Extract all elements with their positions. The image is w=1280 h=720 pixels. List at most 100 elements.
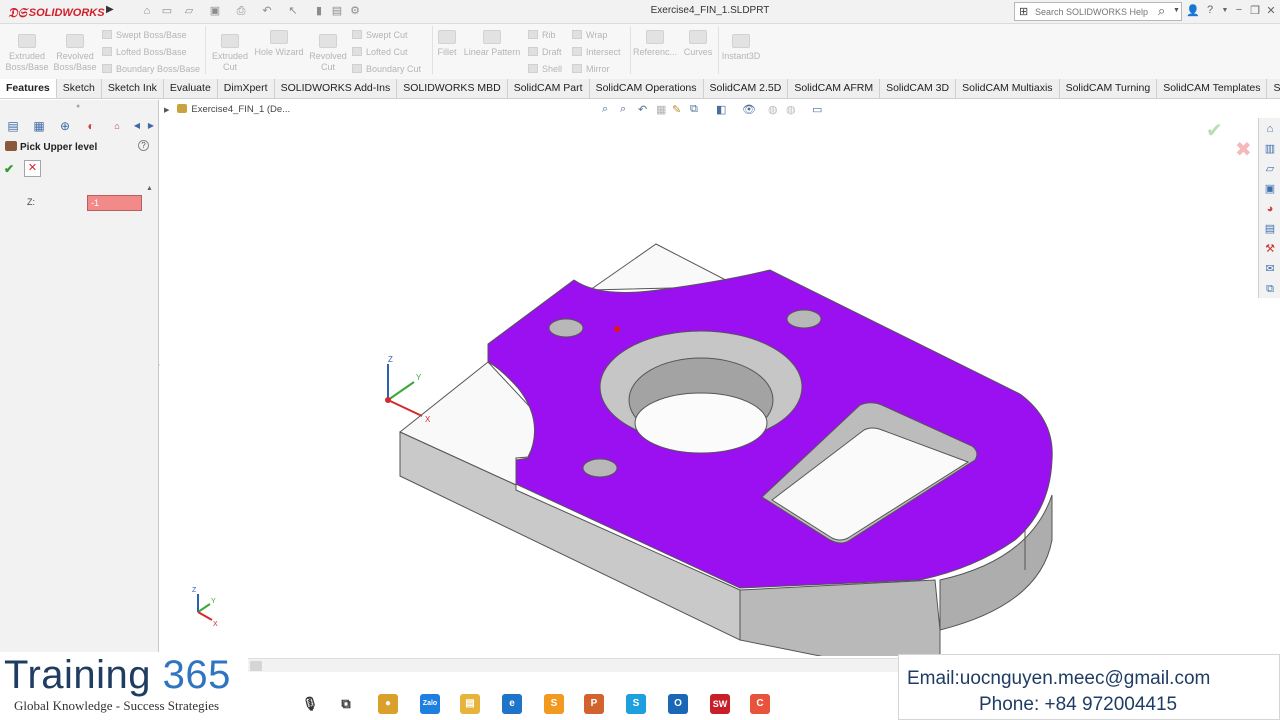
rib-button[interactable]: Rib (528, 28, 556, 42)
tab-solidworks-mbd[interactable]: SOLIDWORKS MBD (397, 79, 508, 98)
appearance-manager-tab-icon[interactable]: ◐ (78, 117, 104, 135)
options-gear-icon[interactable]: ⚙ (348, 4, 362, 18)
solidcam-manager-tab-icon[interactable]: ⌂ (104, 117, 130, 135)
graphics-area[interactable]: Z Y X Z Y X (160, 100, 1256, 681)
help-icon[interactable]: ? (1203, 4, 1217, 16)
reference-geometry-button[interactable]: Referenc... (632, 30, 678, 58)
fillet-button[interactable]: Fillet (434, 30, 460, 58)
section-view-icon[interactable]: ▦ (656, 103, 666, 116)
select-icon[interactable]: ↖ (286, 4, 300, 18)
skype-icon[interactable]: S (626, 694, 646, 714)
confirmation-cancel-icon[interactable]: ✖ (1235, 137, 1252, 162)
recorder-icon[interactable]: ⧉ (1263, 282, 1277, 296)
ok-check-icon[interactable]: ✔ (4, 162, 14, 176)
solidcam-icon[interactable]: ⚒ (1263, 242, 1277, 256)
help-search-input[interactable] (1035, 5, 1153, 18)
tab-solidcam-afrm[interactable]: SolidCAM AFRM (788, 79, 881, 98)
solidworks-icon[interactable]: SW (710, 694, 730, 714)
extruded-boss-button[interactable]: Extruded Boss/Base (4, 34, 50, 73)
tab-solidcam-turning[interactable]: SolidCAM Turning (1060, 79, 1158, 98)
home-icon[interactable]: ⌂ (140, 4, 154, 18)
wrap-button[interactable]: Wrap (572, 28, 607, 42)
feature-manager-tab-icon[interactable]: ▤ (0, 117, 26, 135)
intersect-button[interactable]: Intersect (572, 45, 621, 59)
mirror-button[interactable]: Mirror (572, 62, 610, 76)
tab-sketch-ink[interactable]: Sketch Ink (102, 79, 164, 98)
shell-button[interactable]: Shell (528, 62, 562, 76)
file-properties-icon[interactable]: ▤ (330, 4, 344, 18)
boundary-boss-button[interactable]: Boundary Boss/Base (102, 62, 200, 76)
restore-icon[interactable]: ❐ (1248, 4, 1262, 17)
scrollbar-thumb[interactable] (250, 661, 262, 671)
collapse-arrow-icon[interactable]: ▲ (146, 185, 153, 192)
tab-solidworks-add-ins[interactable]: SOLIDWORKS Add-Ins (275, 79, 398, 98)
tab-dimxpert[interactable]: DimXpert (218, 79, 275, 98)
user-account-icon[interactable]: 👤 (1186, 4, 1200, 17)
z-value-field[interactable] (87, 195, 142, 211)
tab-solidcam-templates[interactable]: SolidCAM Templates (1157, 79, 1268, 98)
horizontal-scrollbar[interactable] (248, 658, 898, 672)
solidworks-logo[interactable]: 𝔇𝔖 SOLIDWORKS (8, 4, 105, 22)
appearances-icon[interactable]: ◕ (1263, 202, 1277, 216)
powerpoint-icon[interactable]: P (584, 694, 604, 714)
instant3d-button[interactable]: Instant3D (720, 34, 762, 62)
design-library-icon[interactable]: ▥ (1263, 142, 1277, 156)
outlook-icon[interactable]: O (668, 694, 688, 714)
undo-icon[interactable]: ↶ (260, 4, 274, 18)
property-manager-tab-icon[interactable]: ▦ (26, 117, 52, 135)
camtasia-icon[interactable]: C (750, 694, 770, 714)
hole-wizard-button[interactable]: Hole Wizard (252, 30, 306, 58)
chevron-down-icon[interactable]: ▼ (1218, 7, 1232, 14)
file-explorer-icon[interactable]: ▤ (460, 694, 480, 714)
custom-properties-icon[interactable]: ▤ (1263, 222, 1277, 236)
swept-boss-button[interactable]: Swept Boss/Base (102, 28, 187, 42)
new-document-icon[interactable]: ▭ (160, 4, 174, 18)
dynamic-annotation-icon[interactable]: ✎ (672, 103, 681, 116)
view-settings-icon[interactable]: ▭ (812, 103, 822, 116)
view-orientation-icon[interactable]: ⧉ (690, 103, 698, 116)
zoom-to-area-icon[interactable]: ⌕ (620, 103, 626, 116)
linear-pattern-button[interactable]: Linear Pattern (462, 30, 522, 58)
solidworks-resources-icon[interactable]: ⌂ (1263, 122, 1277, 136)
tab-solidcam-part[interactable]: SolidCAM Part (508, 79, 590, 98)
sublime-icon[interactable]: S (544, 694, 564, 714)
file-explorer-icon[interactable]: ▱ (1263, 162, 1277, 176)
panel-grip-icon[interactable]: ● (76, 103, 80, 110)
tab-solidcam-multiaxis[interactable]: SolidCAM Multiaxis (956, 79, 1060, 98)
close-icon[interactable]: ✕ (1264, 4, 1278, 17)
task-view-icon[interactable]: ⧉ (336, 694, 356, 714)
chevron-down-icon[interactable]: ▼ (1173, 7, 1180, 14)
zoom-to-fit-icon[interactable]: ⌕ (602, 103, 608, 116)
apply-scene-icon[interactable]: ◍ (786, 103, 796, 116)
lofted-boss-button[interactable]: Lofted Boss/Base (102, 45, 187, 59)
print-icon[interactable]: ⎙ (234, 4, 248, 18)
feature-breadcrumb[interactable]: ▶ Exercise4_FIN_1 (De... (164, 104, 290, 115)
help-search-box[interactable]: ⊞ ⌕ ▼ (1014, 2, 1182, 21)
expand-arrow-icon[interactable]: ▶ (164, 107, 169, 114)
tab-scroll-left-icon[interactable]: ◀ (130, 117, 144, 135)
curves-button[interactable]: Curves (680, 30, 716, 58)
cancel-x-icon[interactable]: ✕ (24, 160, 41, 177)
tab-solidcam-operations[interactable]: SolidCAM Operations (590, 79, 704, 98)
display-style-icon[interactable]: ◧ (716, 103, 726, 116)
tab-evaluate[interactable]: Evaluate (164, 79, 218, 98)
revolved-boss-button[interactable]: Revolved Boss/Base (52, 34, 98, 73)
forum-icon[interactable]: ✉ (1263, 262, 1277, 276)
edit-appearance-icon[interactable]: ◍ (768, 103, 778, 116)
microphone-icon[interactable]: 🎙 (300, 694, 320, 714)
tab-sketch[interactable]: Sketch (57, 79, 102, 98)
tab-scroll-right-icon[interactable]: ▶ (144, 117, 158, 135)
lofted-cut-button[interactable]: Lofted Cut (352, 45, 408, 59)
edge-icon[interactable]: e (502, 694, 522, 714)
confirmation-ok-icon[interactable]: ✔ (1206, 118, 1223, 143)
zalo-icon[interactable]: Zalo (420, 694, 440, 714)
open-document-icon[interactable]: ▱ (182, 4, 196, 18)
tab-features[interactable]: Features (0, 79, 57, 98)
view-palette-icon[interactable]: ▣ (1263, 182, 1277, 196)
hide-show-items-icon[interactable]: 👁 (742, 103, 756, 116)
save-icon[interactable]: ▣ (208, 4, 222, 18)
rebuild-icon[interactable]: ▮ (312, 4, 326, 18)
tab-solidcam-3d[interactable]: SolidCAM 3D (880, 79, 957, 98)
search-icon[interactable]: ⌕ (1158, 3, 1165, 19)
previous-view-icon[interactable]: ↶ (638, 103, 647, 116)
